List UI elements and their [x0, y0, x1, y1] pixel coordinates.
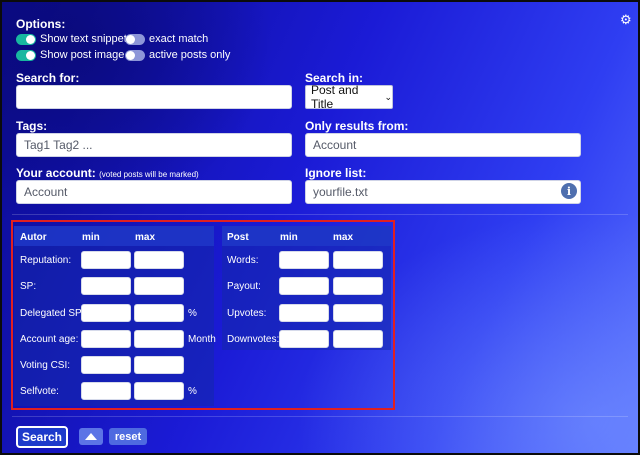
toggle-show-post-image[interactable]: Show post image — [16, 49, 124, 61]
search-in-selected: Post and Title — [311, 83, 359, 111]
toggle-switch[interactable] — [16, 33, 36, 45]
search-for-input[interactable] — [16, 85, 292, 109]
toggle-switch[interactable] — [16, 49, 36, 61]
options-title: Options: — [16, 17, 66, 31]
chevron-down-icon: ⌄ — [384, 91, 392, 102]
divider — [12, 416, 628, 417]
caret-up-icon — [85, 433, 97, 440]
gear-icon[interactable]: ⚙ — [620, 13, 634, 27]
your-account-note: (voted posts will be marked) — [99, 170, 199, 179]
your-account-label: Your account: (voted posts will be marke… — [16, 166, 199, 180]
toggle-show-text-snippets[interactable]: Show text snippets — [16, 33, 132, 45]
ignore-list-label: Ignore list: — [305, 166, 367, 180]
highlight-box — [11, 220, 395, 410]
ignore-list-input[interactable]: yourfile.txt — [305, 180, 581, 204]
toggle-active-posts-only[interactable]: active posts only — [125, 49, 230, 61]
tags-label: Tags: — [16, 119, 48, 133]
search-in-select[interactable]: Post and Title ⌄ — [305, 83, 393, 111]
your-account-input[interactable]: Account — [16, 180, 292, 204]
toggle-switch[interactable] — [125, 49, 145, 61]
toggle-label: Show post image — [40, 49, 125, 61]
tags-input[interactable]: Tag1 Tag2 ... — [16, 133, 292, 157]
scroll-up-button[interactable] — [79, 428, 103, 445]
info-icon[interactable]: i — [561, 183, 577, 199]
only-results-from-label: Only results from: — [305, 119, 409, 133]
search-for-label: Search for: — [16, 71, 80, 85]
search-button[interactable]: Search — [16, 426, 68, 448]
toggle-label: exact match — [149, 33, 209, 45]
search-options-page: ⚙ Options: Show text snippets exact matc… — [0, 0, 640, 455]
your-account-label-text: Your account: — [16, 166, 96, 180]
toggle-exact-match[interactable]: exact match — [125, 33, 208, 45]
toggle-label: Show text snippets — [40, 33, 133, 45]
only-results-from-input[interactable]: Account — [305, 133, 581, 157]
reset-button[interactable]: reset — [109, 428, 147, 445]
toggle-switch[interactable] — [125, 33, 145, 45]
toggle-label: active posts only — [149, 49, 231, 61]
divider — [12, 214, 628, 215]
